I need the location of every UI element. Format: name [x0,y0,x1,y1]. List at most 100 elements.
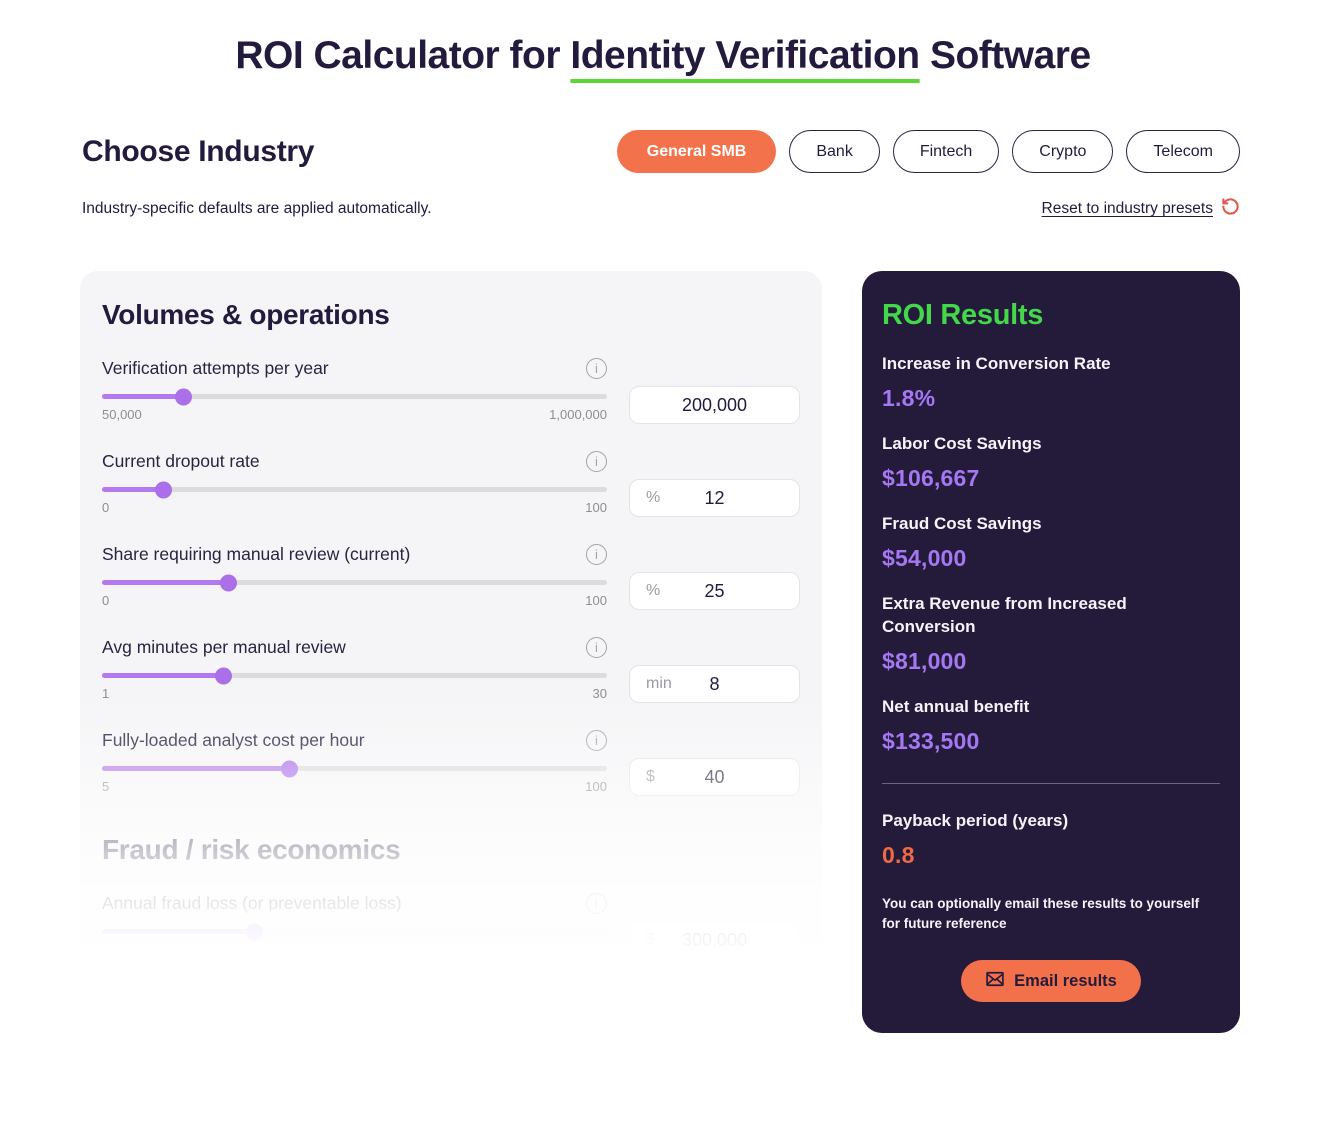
metric-value: 0.8 [882,842,1220,869]
slider-thumb[interactable] [246,923,263,940]
info-icon[interactable] [586,893,607,914]
industry-chooser: Choose Industry General SMB Bank Fintech… [82,130,1240,173]
section-volumes-title: Volumes & operations [102,299,800,331]
slider[interactable] [102,673,607,678]
slider-label: Avg minutes per manual review [102,637,346,658]
input-prefix: $ [646,768,655,786]
industry-pill-bank[interactable]: Bank [789,130,879,173]
value-input[interactable]: $ 300,000 [629,921,800,959]
metric-fraud-savings: Fraud Cost Savings $54,000 [882,513,1220,572]
slider-label: Fully-loaded analyst cost per hour [102,730,365,751]
value-input[interactable]: 200,000 [629,386,800,424]
slider-min-label: 50,000 [102,407,142,422]
slider[interactable] [102,766,607,771]
slider-group-dropout-rate: Current dropout rate 0 100 % 12 [102,451,800,517]
slider[interactable] [102,580,607,585]
metric-net-benefit: Net annual benefit $133,500 [882,696,1220,755]
email-results-button[interactable]: Email results [961,960,1141,1002]
info-icon[interactable] [586,451,607,472]
undo-icon [1221,197,1240,221]
metric-label: Labor Cost Savings [882,433,1220,456]
industry-pill-group: General SMB Bank Fintech Crypto Telecom [617,130,1240,173]
slider-thumb[interactable] [215,667,232,684]
industry-pill-general-smb[interactable]: General SMB [617,130,777,173]
value-input[interactable]: $ 40 [629,758,800,796]
slider-max-label: 30 [593,686,607,701]
slider[interactable] [102,929,607,934]
industry-pill-telecom[interactable]: Telecom [1126,130,1240,173]
input-value: 200,000 [682,395,747,416]
slider-thumb[interactable] [220,574,237,591]
slider-min-label: 0 [102,593,109,608]
slider-max-label: 100 [585,500,607,515]
envelope-icon [985,969,1005,994]
input-value: 12 [704,488,724,509]
input-prefix: % [646,582,660,600]
page-title-prefix: ROI Calculator for [235,34,570,77]
input-value: 8 [709,674,719,695]
choose-industry-heading: Choose Industry [82,135,314,169]
input-prefix: % [646,489,660,507]
input-prefix: min [646,675,672,693]
slider-group-minutes-per-review: Avg minutes per manual review 1 30 min 8 [102,637,800,703]
slider[interactable] [102,394,607,399]
metric-value: $133,500 [882,728,1220,755]
metric-value: $106,667 [882,465,1220,492]
metric-value: $54,000 [882,545,1220,572]
slider-thumb[interactable] [281,760,298,777]
metric-label: Extra Revenue from Increased Conversion [882,593,1220,639]
slider-group-analyst-cost: Fully-loaded analyst cost per hour 5 100… [102,730,800,796]
slider-label: Share requiring manual review (current) [102,544,410,565]
metric-label: Fraud Cost Savings [882,513,1220,536]
email-note: You can optionally email these results t… [882,894,1220,935]
results-divider [882,783,1220,784]
value-input[interactable]: % 25 [629,572,800,610]
info-icon[interactable] [586,637,607,658]
slider-min-label: 5 [102,779,109,794]
info-icon[interactable] [586,358,607,379]
input-value: 25 [704,581,724,602]
inputs-card: Volumes & operations Verification attemp… [80,271,822,1031]
slider-min-label: 0 [102,500,109,515]
input-prefix: $ [646,931,655,949]
roi-results-title: ROI Results [882,299,1220,332]
metric-label: Increase in Conversion Rate [882,353,1220,376]
slider-label: Annual fraud loss (or preventable loss) [102,893,402,914]
metric-label: Net annual benefit [882,696,1220,719]
section-fraud-title: Fraud / risk economics [102,834,800,866]
industry-subtext: Industry-specific defaults are applied a… [82,200,432,218]
slider-label: Current dropout rate [102,451,260,472]
industry-subrow: Industry-specific defaults are applied a… [82,197,1240,221]
slider-group-annual-fraud-loss: Annual fraud loss (or preventable loss) … [102,893,800,959]
main-content: Volumes & operations Verification attemp… [80,271,1240,1033]
page-title-suffix: Software [920,34,1091,77]
slider-max-label: 100 [585,593,607,608]
page-title-highlight: Identity Verification [570,34,919,77]
slider-group-manual-review-share: Share requiring manual review (current) … [102,544,800,610]
slider-group-verification-attempts: Verification attempts per year 50,000 1,… [102,358,800,424]
slider-thumb[interactable] [155,481,172,498]
info-icon[interactable] [586,730,607,751]
metric-conversion-rate: Increase in Conversion Rate 1.8% [882,353,1220,412]
slider-max-label: 1,000,000 [549,407,607,422]
info-icon[interactable] [586,544,607,565]
metric-value: 1.8% [882,385,1220,412]
roi-results-panel: ROI Results Increase in Conversion Rate … [862,271,1240,1033]
reset-presets-link[interactable]: Reset to industry presets [1042,197,1240,221]
value-input[interactable]: min 8 [629,665,800,703]
value-input[interactable]: % 12 [629,479,800,517]
industry-pill-crypto[interactable]: Crypto [1012,130,1113,173]
industry-pill-fintech[interactable]: Fintech [893,130,999,173]
metric-extra-revenue: Extra Revenue from Increased Conversion … [882,593,1220,675]
metric-labor-savings: Labor Cost Savings $106,667 [882,433,1220,492]
metric-label: Payback period (years) [882,810,1220,833]
slider[interactable] [102,487,607,492]
metric-value: $81,000 [882,648,1220,675]
reset-presets-label: Reset to industry presets [1042,200,1213,218]
slider-thumb[interactable] [175,388,192,405]
slider-label: Verification attempts per year [102,358,329,379]
slider-max-label: 100 [585,779,607,794]
slider-min-label: 1 [102,686,109,701]
metric-payback-period: Payback period (years) 0.8 [882,810,1220,869]
page-title: ROI Calculator for Identity Verification… [0,34,1326,78]
